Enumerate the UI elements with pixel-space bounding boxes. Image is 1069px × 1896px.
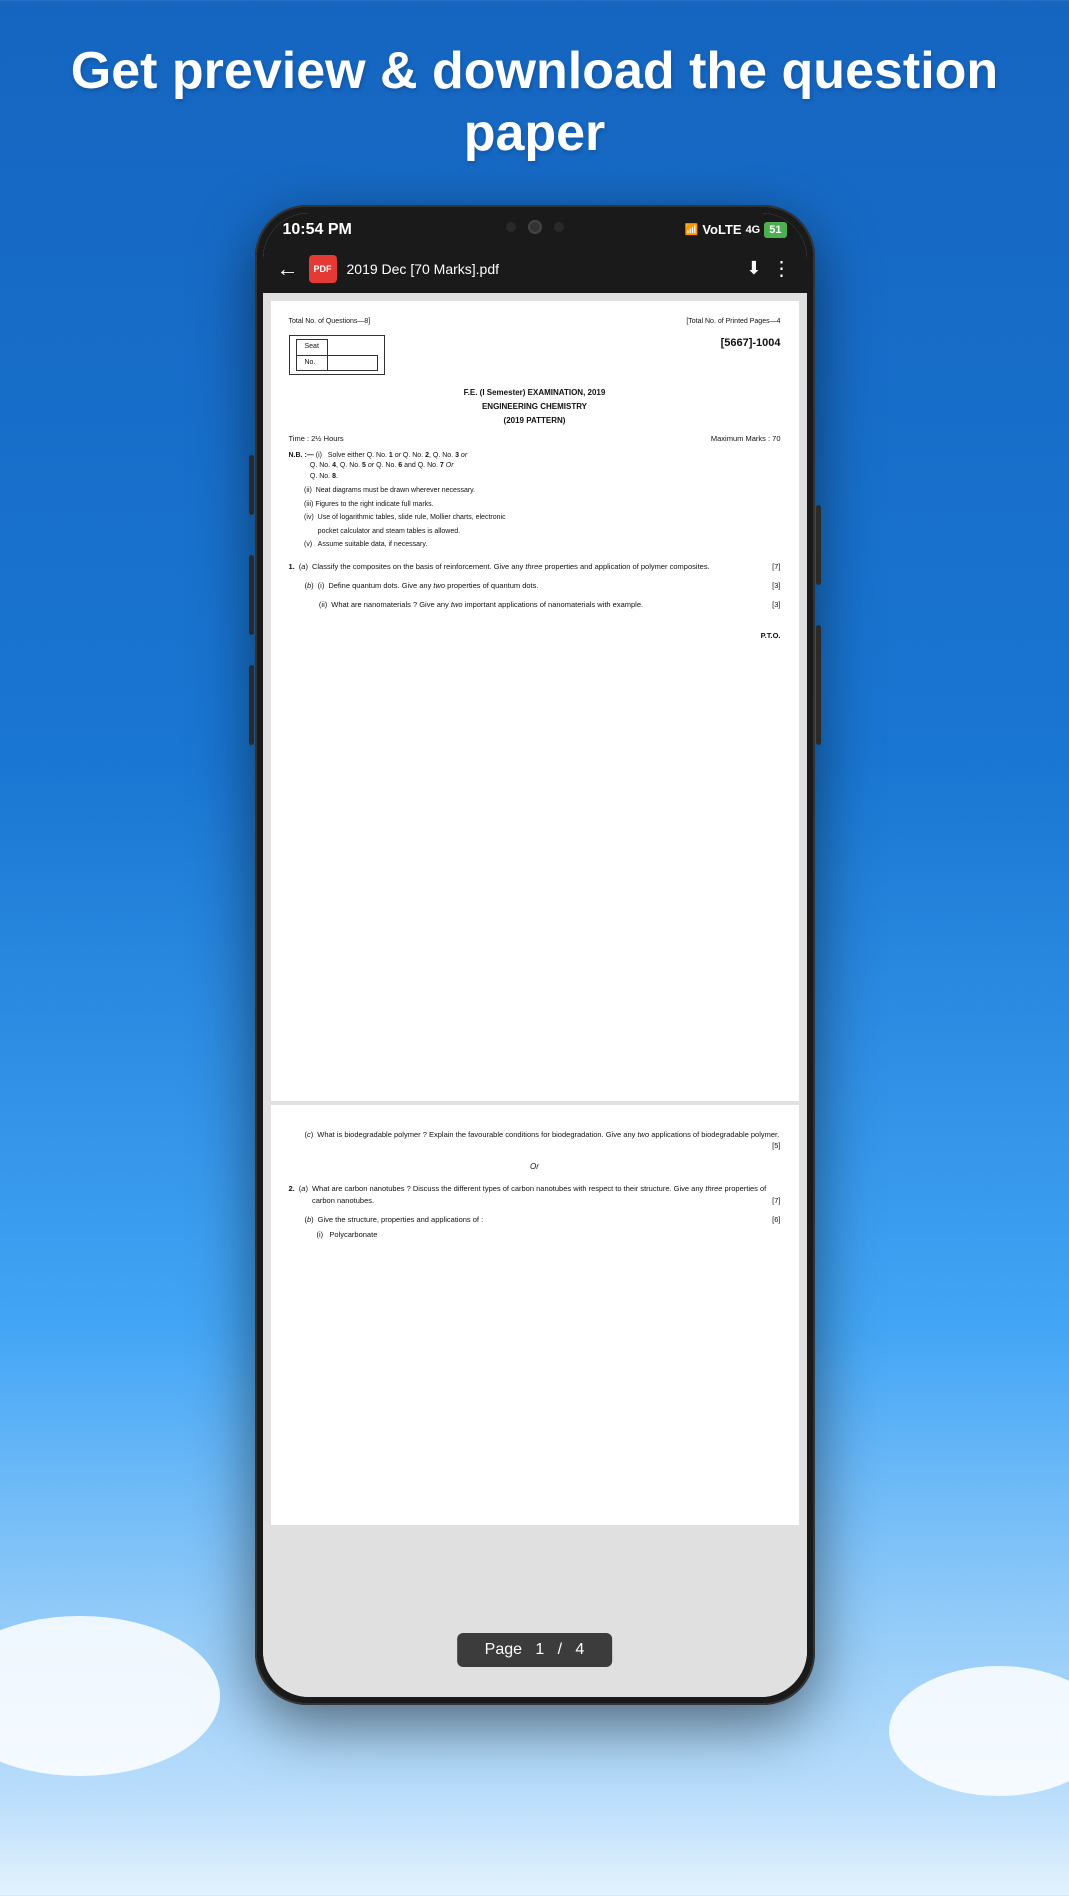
data-icon: 4G — [746, 224, 761, 236]
instruction-1: (i) Solve either Q. No. 1 or Q. No. 2, Q… — [316, 452, 467, 459]
no-label: No. — [296, 355, 327, 371]
question-2: 2. (a) What are carbon nanotubes ? Discu… — [289, 1183, 781, 1206]
notch-dot-left — [506, 222, 516, 232]
instruction-1c: Q. No. 8. — [289, 473, 338, 480]
qc-text: What is biodegradable polymer ? Explain … — [317, 1129, 780, 1152]
instruction-5: (v) Assume suitable data, if necessary. — [289, 540, 781, 551]
question-2b: (b) Give the structure, properties and a… — [289, 1214, 781, 1241]
pattern-label: (2019 PATTERN) — [289, 415, 781, 427]
download-button[interactable]: ⬇ — [746, 258, 761, 279]
q-c-section: (c) What is biodegradable polymer ? Expl… — [289, 1129, 781, 1152]
instruction-3: (iii) Figures to the right indicate full… — [289, 500, 781, 511]
q1c-text: What are nanomaterials ? Give any two im… — [331, 599, 780, 610]
paper-code: [5667]-1004 — [721, 335, 781, 352]
file-name-label: 2019 Dec [70 Marks].pdf — [347, 261, 737, 277]
back-button[interactable]: ← — [277, 256, 299, 282]
q2b-text: Give the structure, properties and appli… — [318, 1214, 781, 1225]
q1b-subpart: (i) — [318, 580, 325, 591]
wifi-icon: VoLTE — [702, 222, 741, 237]
nb-heading: N.B. :— — [289, 452, 314, 459]
phone-device: 10:54 PM 📶 VoLTE 4G 51 ← PDF 2019 Dec [7… — [255, 205, 815, 1705]
total-pages-label: [Total No. of Printed Pages—4 — [686, 317, 780, 328]
phone-wrapper: 10:54 PM 📶 VoLTE 4G 51 ← PDF 2019 Dec [7… — [0, 195, 1069, 1705]
q1b-part: (b) — [305, 580, 314, 591]
time-marks-row: Time : 2½ Hours Maximum Marks : 70 — [289, 433, 781, 444]
power-button — [816, 505, 821, 585]
q1b-row: (b) (i) Define quantum dots. Give any tw… — [289, 580, 781, 591]
q2b-subitem: (i) Polycarbonate — [289, 1229, 781, 1240]
pdf-page-2: (c) What is biodegradable polymer ? Expl… — [271, 1105, 799, 1525]
q1b-text: Define quantum dots. Give any two proper… — [328, 580, 780, 591]
q1c-row: (ii) What are nanomaterials ? Give any t… — [289, 599, 781, 610]
status-icons: 📶 VoLTE 4G 51 — [685, 222, 787, 238]
volume-left-button-2 — [249, 555, 254, 635]
pto-label: P.T.O. — [289, 630, 781, 641]
current-page: 1 — [535, 1641, 544, 1658]
or-divider: Or — [289, 1161, 781, 1173]
q1c-part-spacer — [305, 599, 315, 610]
q2b-spacer — [289, 1214, 301, 1225]
seat-label: Seat — [296, 340, 327, 356]
phone-screen: 10:54 PM 📶 VoLTE 4G 51 ← PDF 2019 Dec [7… — [263, 213, 807, 1697]
notch — [455, 213, 615, 241]
q2-text: What are carbon nanotubes ? Discuss the … — [312, 1183, 781, 1206]
question-1c: (ii) What are nanomaterials ? Give any t… — [289, 599, 781, 610]
question-1: 1. (a) Classify the composites on the ba… — [289, 561, 781, 572]
pdf-icon: PDF — [309, 255, 337, 283]
q2-number: 2. — [289, 1183, 295, 1206]
subject-title: ENGINEERING CHEMISTRY — [289, 401, 781, 413]
question-1b: (b) (i) Define quantum dots. Give any tw… — [289, 580, 781, 591]
camera-icon — [528, 220, 542, 234]
pdf-viewer: Total No. of Questions—8] [Total No. of … — [263, 293, 807, 1697]
pdf-page-1: Total No. of Questions—8] [Total No. of … — [271, 301, 799, 1101]
qc-part: (c) — [305, 1129, 314, 1152]
instruction-4: (iv) Use of logarithmic tables, slide ru… — [289, 513, 781, 524]
q2b-part: (b) — [305, 1214, 314, 1225]
q2-row: 2. (a) What are carbon nanotubes ? Discu… — [289, 1183, 781, 1206]
time-label: Time : 2½ Hours — [289, 433, 344, 444]
page-label: Page — [485, 1641, 522, 1658]
instruction-2: (ii) Neat diagrams must be drawn whereve… — [289, 486, 781, 497]
q1-text: Classify the composites on the basis of … — [312, 561, 781, 572]
volume-right-button — [816, 625, 821, 745]
instruction-4b: pocket calculator and steam tables is al… — [289, 527, 781, 538]
page-title: Get preview & download the question pape… — [0, 0, 1069, 195]
marks-label: Maximum Marks : 70 — [711, 433, 781, 444]
notch-dot-right — [554, 222, 564, 232]
q2-part: (a) — [299, 1183, 308, 1206]
q1c-number-spacer — [289, 599, 301, 610]
nb-section: N.B. :— (i) Solve either Q. No. 1 or Q. … — [289, 451, 781, 483]
total-questions-label: Total No. of Questions—8] — [289, 317, 371, 328]
more-options-button[interactable]: ⋮ — [772, 256, 793, 281]
q1-row: 1. (a) Classify the composites on the ba… — [289, 561, 781, 572]
qc-spacer — [289, 1129, 301, 1152]
status-time: 10:54 PM — [283, 221, 352, 239]
q1c-subpart: (ii) — [319, 599, 327, 610]
volume-left-button-3 — [249, 665, 254, 745]
page-indicator: Page 1 / 4 — [457, 1633, 613, 1667]
q2b-row: (b) Give the structure, properties and a… — [289, 1214, 781, 1225]
q1b-number-spacer — [289, 580, 301, 591]
pdf-header-row: Total No. of Questions—8] [Total No. of … — [289, 317, 781, 328]
instruction-1b: Q. No. 4, Q. No. 5 or Q. No. 6 and Q. No… — [289, 462, 454, 469]
battery-indicator: 51 — [764, 222, 786, 238]
qc-row: (c) What is biodegradable polymer ? Expl… — [289, 1129, 781, 1152]
total-pages: 4 — [575, 1641, 584, 1658]
volume-left-button-1 — [249, 455, 254, 515]
signal-icon: 📶 — [685, 223, 699, 236]
app-toolbar: ← PDF 2019 Dec [70 Marks].pdf ⬇ ⋮ — [263, 245, 807, 293]
page-separator: / — [558, 1641, 562, 1658]
header-section: Get preview & download the question pape… — [0, 0, 1069, 195]
q1-part: (a) — [299, 561, 308, 572]
seat-number-box: Seat No. — [289, 335, 385, 375]
q1-number: 1. — [289, 561, 295, 572]
exam-title: F.E. (I Semester) EXAMINATION, 2019 — [289, 387, 781, 399]
